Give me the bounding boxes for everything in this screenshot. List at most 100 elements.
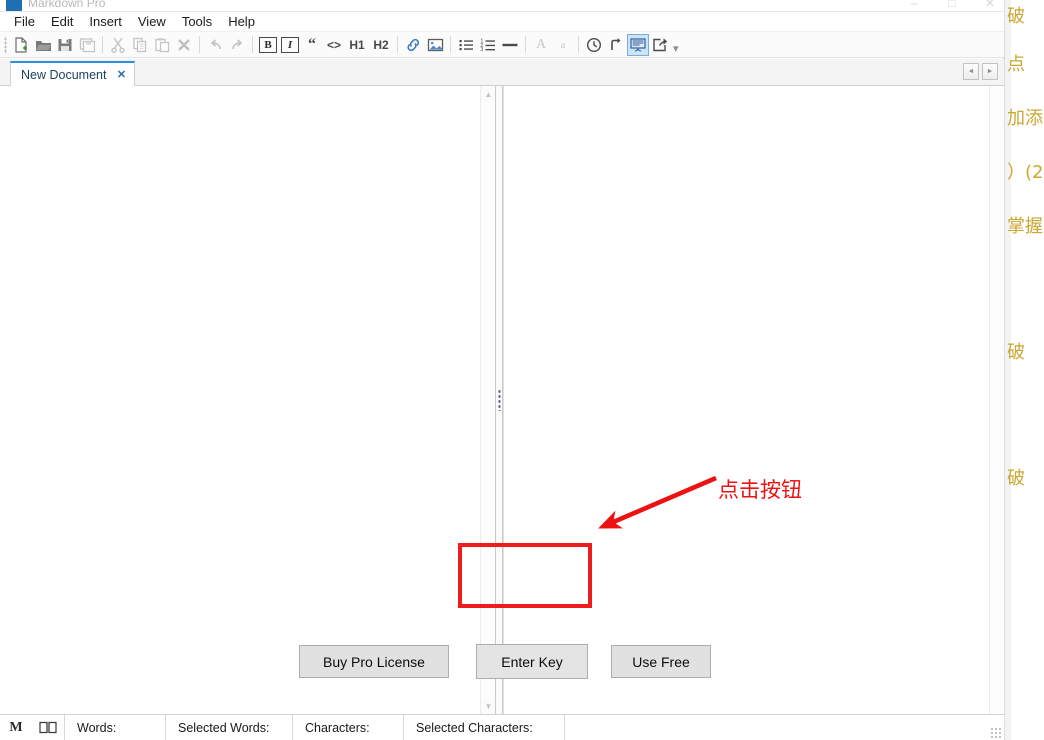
decrease-font-size-icon[interactable]: a (552, 34, 574, 56)
menu-item-file[interactable]: File (6, 13, 43, 30)
bold-glyph: B (259, 36, 277, 53)
toolbar-separator (199, 36, 200, 53)
window-controls: – □ ✕ (904, 0, 1000, 10)
svg-text:3: 3 (480, 47, 483, 53)
insert-time-icon[interactable] (583, 34, 605, 56)
tab-label: New Document (21, 67, 107, 82)
menu-bar: File Edit Insert View Tools Help (0, 12, 1004, 32)
horizontal-rule-icon[interactable] (499, 34, 521, 56)
background-text-line: 破 (1007, 468, 1025, 489)
code-glyph: <> (326, 37, 341, 52)
menu-item-insert[interactable]: Insert (81, 13, 130, 30)
copy-icon[interactable] (129, 34, 151, 56)
status-bar: M Words: Selected Words: Characters: Sel… (0, 714, 1004, 740)
main-window: Markdown Pro – □ ✕ File Edit Insert View… (0, 0, 1004, 740)
reading-view-icon[interactable] (32, 715, 64, 740)
export-icon[interactable] (649, 34, 671, 56)
splitter-grip-icon[interactable] (497, 389, 501, 411)
menu-item-view[interactable]: View (130, 13, 174, 30)
menu-item-edit[interactable]: Edit (43, 13, 81, 30)
enter-key-button[interactable]: Enter Key (476, 644, 588, 679)
tab-navigation: ◄ ► (963, 63, 998, 80)
pane-splitter[interactable] (495, 86, 503, 714)
blockquote-icon[interactable]: “ (301, 34, 323, 56)
italic-glyph: I (281, 36, 299, 53)
toolbar-drag-grip[interactable] (2, 35, 9, 54)
tab-scroll-right-button[interactable]: ► (982, 63, 998, 80)
editor-area: ▲ ▼ Buy Pro License Enter Key Use Free (0, 86, 1004, 714)
save-icon[interactable] (54, 34, 76, 56)
bulleted-list-icon[interactable] (455, 34, 477, 56)
markdown-mode-icon[interactable]: M (0, 715, 32, 740)
window-title: Markdown Pro (28, 0, 106, 10)
code-icon[interactable]: <> (323, 34, 345, 56)
paste-icon[interactable] (151, 34, 173, 56)
background-text-line: 掌握 (1007, 216, 1043, 237)
delete-icon[interactable] (173, 34, 195, 56)
background-text-line: 加添 (1007, 108, 1043, 129)
annotation-label: 点击按钮 (718, 478, 802, 502)
close-icon[interactable]: ✕ (114, 68, 128, 82)
preview-pane[interactable] (503, 86, 1004, 714)
presentation-mode-icon[interactable] (627, 33, 649, 56)
toolbar-separator (102, 36, 103, 53)
toolbar-separator (450, 36, 451, 53)
tab-new-document[interactable]: New Document ✕ (10, 61, 136, 86)
toolbar-separator (252, 36, 253, 53)
toolbar-separator (397, 36, 398, 53)
background-text-line: 破 (1007, 342, 1025, 363)
insert-image-icon[interactable] (424, 34, 446, 56)
bold-icon[interactable]: B (257, 34, 279, 56)
heading-2-icon[interactable]: H2 (369, 34, 393, 56)
use-free-button[interactable]: Use Free (611, 645, 711, 678)
minimize-button[interactable]: – (904, 0, 924, 10)
heading-2-label: H2 (373, 37, 389, 52)
background-text-line: 点 (1007, 54, 1025, 75)
increase-font-size-label: A (535, 36, 547, 52)
close-button[interactable]: ✕ (980, 0, 1000, 10)
characters-count-label: Characters: (305, 720, 370, 735)
redo-icon[interactable] (226, 34, 248, 56)
indent-icon[interactable] (605, 34, 627, 56)
selected-words-count-label: Selected Words: (178, 720, 270, 735)
italic-icon[interactable]: I (279, 34, 301, 56)
application-window: 破 点 加添 ）(21 掌握 破 破 Markdown Pro – □ ✕ Fi… (0, 0, 1044, 740)
undo-icon[interactable] (204, 34, 226, 56)
blockquote-glyph: “ (308, 35, 316, 53)
toolbar-separator (525, 36, 526, 53)
license-dialog: Buy Pro License Enter Key Use Free (0, 644, 1004, 684)
buy-pro-license-button[interactable]: Buy Pro License (299, 645, 449, 678)
resize-grip[interactable] (990, 727, 1002, 739)
app-icon (6, 0, 22, 11)
toolbar: B I “ <> H1 H2 1 2 3 A a ▾ (0, 32, 1004, 58)
tab-strip: New Document ✕ ◄ ► (0, 59, 1004, 86)
title-bar: Markdown Pro – □ ✕ (0, 0, 1004, 12)
background-document-sliver: 破 点 加添 ）(21 掌握 破 破 (1004, 0, 1044, 740)
status-separator (564, 714, 565, 740)
editor-vertical-scrollbar[interactable]: ▲ ▼ (480, 86, 496, 714)
insert-link-icon[interactable] (402, 34, 424, 56)
open-folder-icon[interactable] (32, 34, 54, 56)
scroll-down-icon[interactable]: ▼ (481, 698, 496, 714)
words-count-label: Words: (77, 720, 117, 735)
toolbar-overflow-button[interactable]: ▾ (673, 42, 679, 57)
markdown-editor-pane[interactable] (0, 86, 480, 714)
numbered-list-icon[interactable]: 123 (477, 34, 499, 56)
new-document-icon[interactable] (10, 34, 32, 56)
scroll-up-icon[interactable]: ▲ (481, 86, 496, 102)
save-as-icon[interactable] (76, 34, 98, 56)
selected-characters-count-label: Selected Characters: (416, 720, 533, 735)
maximize-button[interactable]: □ (942, 0, 962, 10)
increase-font-size-icon[interactable]: A (530, 34, 552, 56)
menu-item-help[interactable]: Help (220, 13, 263, 30)
toolbar-separator (578, 36, 579, 53)
heading-1-icon[interactable]: H1 (345, 34, 369, 56)
cut-icon[interactable] (107, 34, 129, 56)
background-text-line: ）(21 (1007, 162, 1044, 183)
heading-1-label: H1 (349, 37, 365, 52)
background-text-line: 破 (1007, 6, 1025, 27)
decrease-font-size-label: a (560, 38, 566, 51)
preview-vertical-scrollbar[interactable] (989, 86, 1004, 714)
menu-item-tools[interactable]: Tools (174, 13, 220, 30)
tab-scroll-left-button[interactable]: ◄ (963, 63, 979, 80)
